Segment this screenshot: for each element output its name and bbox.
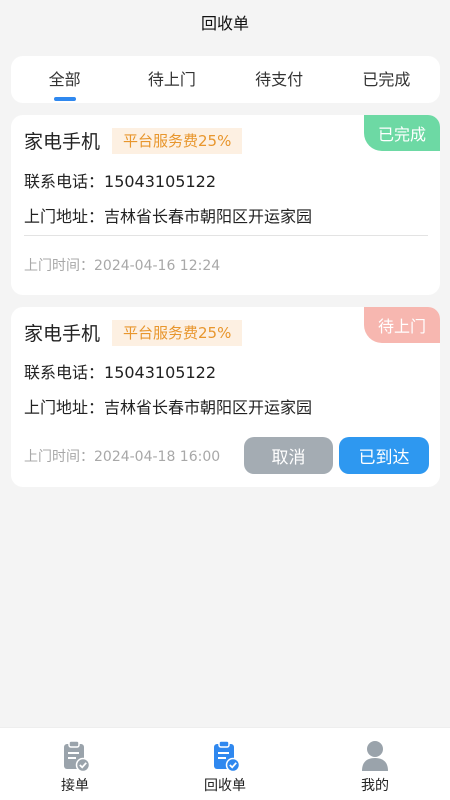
nav-item-mine[interactable]: 我的 (300, 728, 450, 800)
order-title-row: 家电手机 平台服务费25% (24, 127, 243, 154)
visit-time-value: 2024-04-16 12:24 (94, 258, 221, 274)
cancel-button[interactable]: 取消 (244, 437, 333, 474)
address-label: 上门地址： (24, 398, 105, 417)
phone-label: 联系电话： (24, 172, 105, 191)
nav-label-accept: 接单 (61, 778, 89, 794)
visit-time-label: 上门时间： (24, 258, 94, 274)
nav-label-mine: 我的 (361, 778, 389, 794)
fee-tag: 平台服务费25% (112, 127, 243, 154)
tab-all[interactable]: 全部 (11, 56, 118, 103)
phone-line: 联系电话：15043105122 (24, 168, 216, 192)
order-title-row: 家电手机 平台服务费25% (24, 319, 243, 346)
address-line: 上门地址：吉林省长春市朝阳区开运家园 (24, 203, 312, 227)
user-icon (362, 741, 388, 771)
phone-line: 联系电话：15043105122 (24, 359, 216, 383)
order-tabs: 全部 待上门 待支付 已完成 (11, 56, 440, 103)
visit-time-label: 上门时间： (24, 449, 94, 465)
visit-time: 上门时间：2024-04-16 12:24 (24, 255, 220, 275)
tab-completed[interactable]: 已完成 (333, 56, 440, 103)
nav-label-recycle-orders: 回收单 (204, 778, 246, 794)
phone-value[interactable]: 15043105122 (104, 172, 216, 191)
address-label: 上门地址： (24, 207, 105, 226)
status-badge: 待上门 (364, 307, 440, 343)
visit-time: 上门时间：2024-04-18 16:00 (24, 446, 220, 466)
nav-item-accept[interactable]: 接单 (0, 728, 150, 800)
visit-time-value: 2024-04-18 16:00 (94, 449, 221, 465)
bottom-nav: 接单 回收单 我的 (0, 727, 450, 800)
order-title: 家电手机 (24, 131, 101, 153)
phone-label: 联系电话： (24, 363, 105, 382)
address-line: 上门地址：吉林省长春市朝阳区开运家园 (24, 394, 312, 418)
clipboard-check-icon (64, 740, 91, 773)
divider (24, 235, 428, 236)
address-value: 吉林省长春市朝阳区开运家园 (104, 207, 313, 226)
order-card[interactable]: 已完成 家电手机 平台服务费25% 联系电话：15043105122 上门地址：… (11, 115, 440, 295)
page-title: 回收单 (200, 14, 249, 33)
tab-pending-visit[interactable]: 待上门 (118, 56, 225, 103)
phone-value[interactable]: 15043105122 (104, 363, 216, 382)
clipboard-check-icon (214, 740, 241, 773)
fee-tag: 平台服务费25% (112, 319, 243, 346)
status-badge: 已完成 (364, 115, 440, 151)
address-value: 吉林省长春市朝阳区开运家园 (104, 398, 313, 417)
tab-pending-payment[interactable]: 待支付 (226, 56, 333, 103)
order-title: 家电手机 (24, 323, 101, 345)
nav-item-recycle-orders[interactable]: 回收单 (150, 728, 300, 800)
order-card[interactable]: 待上门 家电手机 平台服务费25% 联系电话：15043105122 上门地址：… (11, 307, 440, 487)
arrived-button[interactable]: 已到达 (339, 437, 429, 474)
